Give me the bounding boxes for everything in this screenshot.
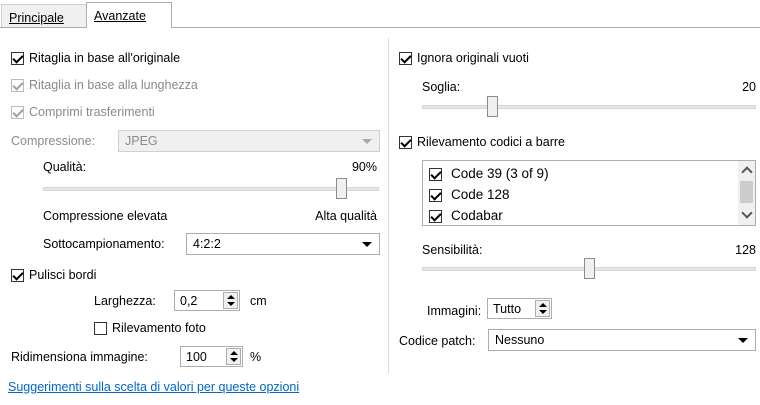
resize-unit: % bbox=[250, 350, 262, 364]
crop-length-checkbox[interactable] bbox=[11, 79, 24, 92]
check-icon bbox=[12, 106, 24, 118]
arrow-down-icon bbox=[230, 358, 238, 362]
check-icon bbox=[12, 269, 24, 281]
barcode-types-list[interactable]: Code 39 (3 of 9) Code 128 Codabar bbox=[422, 160, 756, 226]
scrollbar-thumb[interactable] bbox=[740, 181, 753, 203]
quality-value: 90% bbox=[351, 160, 377, 174]
check-icon bbox=[430, 168, 442, 180]
quality-max-label: Alta qualità bbox=[315, 209, 377, 223]
barcode-checkbox[interactable] bbox=[399, 136, 412, 149]
compress-transfers-label: Comprimi trasferimenti bbox=[29, 105, 155, 119]
tab-principale[interactable]: Principale bbox=[1, 4, 87, 27]
quality-slider-thumb[interactable] bbox=[335, 178, 347, 199]
tab-label: Principale bbox=[9, 11, 64, 25]
photo-detection-checkbox[interactable] bbox=[94, 322, 107, 335]
compress-transfers-checkbox[interactable] bbox=[11, 106, 24, 119]
chevron-up-icon[interactable] bbox=[741, 166, 753, 178]
arrow-down-icon bbox=[539, 310, 547, 314]
compression-value: JPEG bbox=[125, 134, 158, 148]
quality-min-label: Compressione elevata bbox=[43, 209, 168, 223]
compression-label: Compressione: bbox=[11, 134, 96, 148]
width-label: Larghezza: bbox=[94, 294, 156, 308]
crop-original-checkbox[interactable] bbox=[11, 52, 24, 65]
chevron-down-icon bbox=[738, 338, 748, 343]
arrow-up-icon bbox=[230, 351, 238, 355]
ignore-blank-checkbox[interactable] bbox=[399, 52, 412, 65]
patch-code-value: Nessuno bbox=[495, 333, 545, 347]
check-icon bbox=[400, 136, 412, 148]
subsampling-value: 4:2:2 bbox=[193, 237, 221, 251]
check-icon bbox=[430, 210, 442, 222]
check-icon bbox=[430, 189, 442, 201]
check-icon bbox=[12, 52, 24, 64]
subsampling-select[interactable]: 4:2:2 bbox=[186, 233, 380, 255]
tab-avanzate[interactable]: Avanzate bbox=[86, 2, 172, 28]
check-icon bbox=[400, 52, 412, 64]
images-label: Immagini: bbox=[427, 304, 482, 318]
images-spin-buttons[interactable] bbox=[535, 300, 550, 317]
width-unit: cm bbox=[250, 294, 267, 308]
photo-detection-label: Rilevamento foto bbox=[112, 321, 206, 335]
resize-label: Ridimensiona immagine: bbox=[11, 350, 148, 364]
sensitivity-slider-thumb[interactable] bbox=[583, 258, 595, 279]
resize-spin-buttons[interactable] bbox=[226, 348, 241, 365]
arrow-down-icon bbox=[227, 302, 235, 306]
width-value: 0,2 bbox=[180, 294, 198, 308]
threshold-slider-thumb[interactable] bbox=[486, 96, 498, 117]
code128-label: Code 128 bbox=[451, 187, 510, 202]
quality-label: Qualità: bbox=[43, 160, 87, 174]
arrow-up-icon bbox=[227, 295, 235, 299]
crop-length-label: Ritaglia in base alla lunghezza bbox=[29, 78, 198, 92]
patch-code-label: Codice patch: bbox=[399, 334, 476, 348]
clean-edges-label: Pulisci bordi bbox=[29, 268, 97, 282]
threshold-slider-track[interactable] bbox=[422, 105, 756, 109]
check-icon bbox=[12, 79, 24, 91]
clean-edges-checkbox[interactable] bbox=[11, 269, 24, 282]
arrow-up-icon bbox=[539, 303, 547, 307]
tab-label: Avanzate bbox=[94, 9, 146, 23]
code39-checkbox[interactable] bbox=[429, 168, 442, 181]
patch-code-select[interactable]: Nessuno bbox=[488, 329, 756, 351]
threshold-value: 20 bbox=[742, 80, 756, 94]
column-divider bbox=[388, 38, 389, 373]
code128-checkbox[interactable] bbox=[429, 189, 442, 202]
code39-label: Code 39 (3 of 9) bbox=[451, 166, 549, 181]
crop-original-label: Ritaglia in base all'originale bbox=[29, 51, 181, 65]
help-link[interactable]: Suggerimenti sulla scelta di valori per … bbox=[8, 380, 299, 394]
sensitivity-label: Sensibilità: bbox=[422, 243, 483, 257]
images-spinbox[interactable]: Tutto bbox=[487, 298, 552, 319]
ignore-blank-label: Ignora originali vuoti bbox=[417, 51, 529, 65]
chevron-down-icon bbox=[362, 242, 372, 247]
quality-slider-track[interactable] bbox=[43, 187, 379, 191]
threshold-label: Soglia: bbox=[422, 80, 461, 94]
chevron-down-icon[interactable] bbox=[741, 207, 753, 219]
resize-value: 100 bbox=[186, 350, 207, 364]
resize-spinbox[interactable]: 100 bbox=[180, 346, 243, 367]
barcode-label: Rilevamento codici a barre bbox=[417, 135, 565, 149]
subsampling-label: Sottocampionamento: bbox=[43, 237, 165, 251]
codabar-checkbox[interactable] bbox=[429, 210, 442, 223]
width-spinbox[interactable]: 0,2 bbox=[174, 290, 240, 311]
codabar-label: Codabar bbox=[451, 208, 503, 223]
images-value: Tutto bbox=[493, 302, 522, 316]
chevron-down-icon bbox=[362, 139, 372, 144]
list-scrollbar[interactable] bbox=[738, 161, 755, 225]
sensitivity-value: 128 bbox=[735, 243, 756, 257]
compression-select[interactable]: JPEG bbox=[118, 130, 380, 152]
width-spin-buttons[interactable] bbox=[223, 292, 238, 309]
